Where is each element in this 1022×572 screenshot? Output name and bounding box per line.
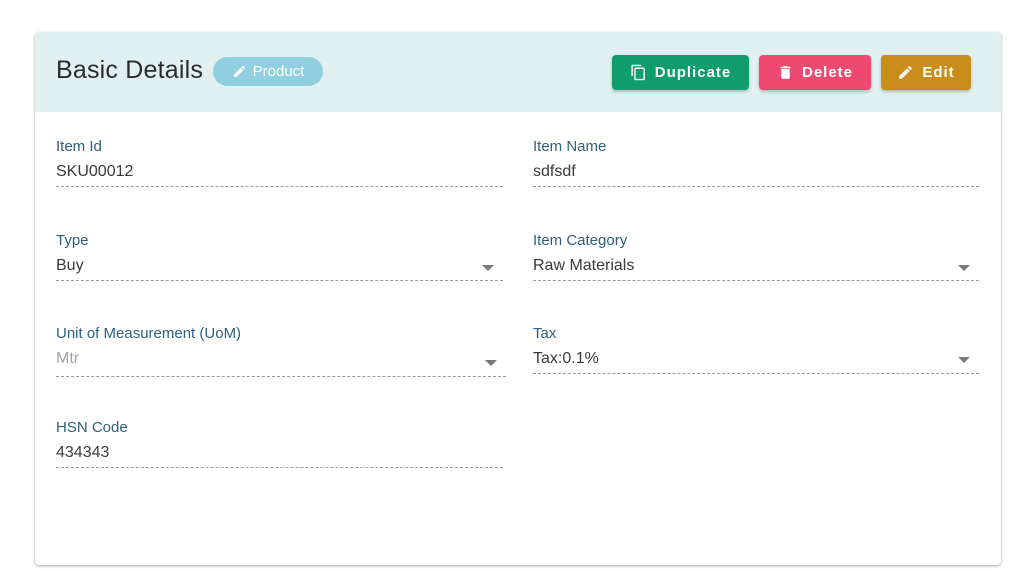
chevron-down-icon <box>485 360 497 366</box>
item-name-label: Item Name <box>533 138 607 155</box>
delete-button[interactable]: Delete <box>759 55 871 90</box>
chevron-down-icon <box>958 357 970 363</box>
basic-details-card: Basic Details Product Duplicate Delete E… <box>35 32 1001 565</box>
edit-button[interactable]: Edit <box>881 55 971 90</box>
tax-value: Tax:0.1% <box>533 350 599 367</box>
item-id-underline <box>56 186 503 187</box>
duplicate-button[interactable]: Duplicate <box>612 55 749 90</box>
delete-button-label: Delete <box>801 64 854 81</box>
hsn-code-field[interactable]: HSN Code 434343 <box>56 419 503 469</box>
type-select[interactable]: Type Buy <box>56 232 503 282</box>
chevron-down-icon <box>482 265 494 271</box>
tax-label: Tax <box>533 325 557 342</box>
item-id-label: Item Id <box>56 138 102 155</box>
type-value: Buy <box>56 257 84 274</box>
uom-select[interactable]: Unit of Measurement (UoM) Mtr <box>56 325 506 377</box>
item-name-underline <box>533 186 979 187</box>
pencil-icon <box>899 66 913 79</box>
hsn-code-value: 434343 <box>56 444 110 461</box>
tax-underline <box>533 373 979 374</box>
page-title: Basic Details <box>56 56 204 84</box>
chevron-down-icon <box>958 265 970 271</box>
item-name-value: sdfsdf <box>533 163 576 180</box>
item-type-chip: Product <box>213 57 323 86</box>
item-category-underline <box>533 280 979 281</box>
card-header: Basic Details Product Duplicate Delete E… <box>35 32 1001 112</box>
edit-button-label: Edit <box>922 64 955 81</box>
type-label: Type <box>56 232 89 249</box>
trash-icon <box>780 66 791 79</box>
uom-label: Unit of Measurement (UoM) <box>56 325 242 342</box>
duplicate-button-label: Duplicate <box>654 64 732 81</box>
type-underline <box>56 280 503 281</box>
chip-label: Product <box>252 63 305 80</box>
uom-value: Mtr <box>56 350 80 367</box>
item-id-field[interactable]: Item Id SKU00012 <box>56 138 503 188</box>
pencil-icon <box>233 65 245 78</box>
item-category-value: Raw Materials <box>533 257 635 274</box>
copy-icon <box>631 64 645 81</box>
tax-select[interactable]: Tax Tax:0.1% <box>533 325 979 375</box>
uom-underline <box>56 376 506 377</box>
item-name-field[interactable]: Item Name sdfsdf <box>533 138 979 188</box>
hsn-code-label: HSN Code <box>56 419 128 436</box>
item-id-value: SKU00012 <box>56 163 134 180</box>
hsn-code-underline <box>56 467 503 468</box>
item-category-label: Item Category <box>533 232 628 249</box>
item-category-select[interactable]: Item Category Raw Materials <box>533 232 979 282</box>
